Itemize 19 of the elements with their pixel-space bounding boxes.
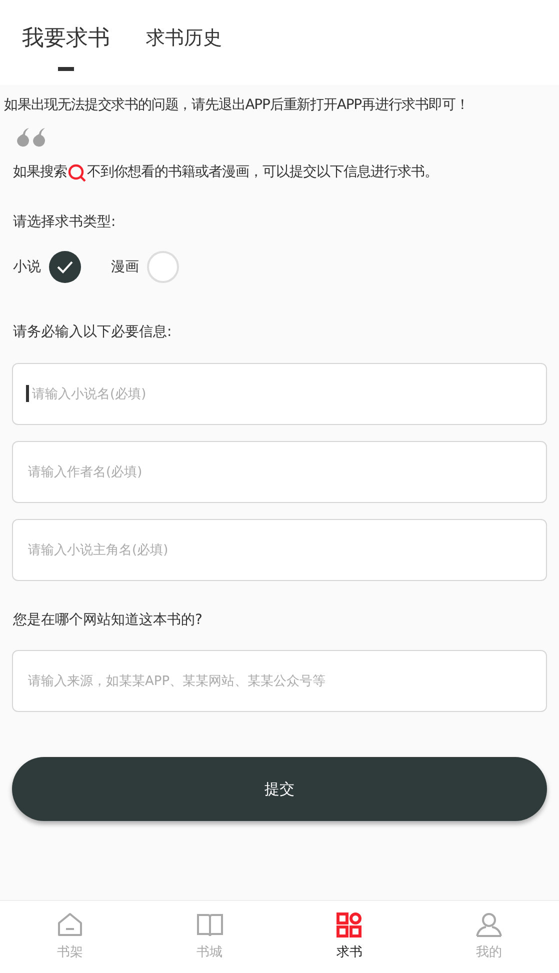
nav-tab[interactable]: 求书 — [280, 901, 420, 973]
submit-button[interactable]: 提交 — [12, 757, 547, 821]
grid-icon — [334, 910, 364, 940]
input-field[interactable]: 请输入小说主角名(必填) — [12, 519, 547, 581]
info-prompt: 请务必输入以下必要信息: — [12, 323, 173, 342]
type-prompt: 请选择求书类型: — [12, 213, 117, 232]
search-icon — [67, 162, 87, 182]
type-radio[interactable]: 漫画 — [111, 251, 179, 283]
input-field[interactable]: 请输入作者名(必填) — [12, 441, 547, 503]
source-prompt: 您是在哪个网站知道这本书的? — [12, 611, 204, 630]
tab[interactable]: 求书历史 — [146, 22, 222, 68]
type-radio[interactable]: 小说 — [13, 251, 81, 283]
input-field[interactable]: 请输入来源，如某某APP、某某网站、某某公众号等 — [12, 650, 547, 712]
tab[interactable]: 我要求书 — [22, 22, 110, 71]
input-field[interactable]: 请输入小说名(必填) — [12, 363, 547, 425]
user-icon — [474, 910, 504, 940]
intro-text: 如果搜索 — [13, 163, 67, 182]
intro-text: 不到你想看的书籍或者漫画，可以提交以下信息进行求书。 — [87, 163, 438, 182]
notice-text: 如果出现无法提交求书的问题，请先退出APP后重新打开APP再进行求书即可！ — [3, 96, 470, 115]
